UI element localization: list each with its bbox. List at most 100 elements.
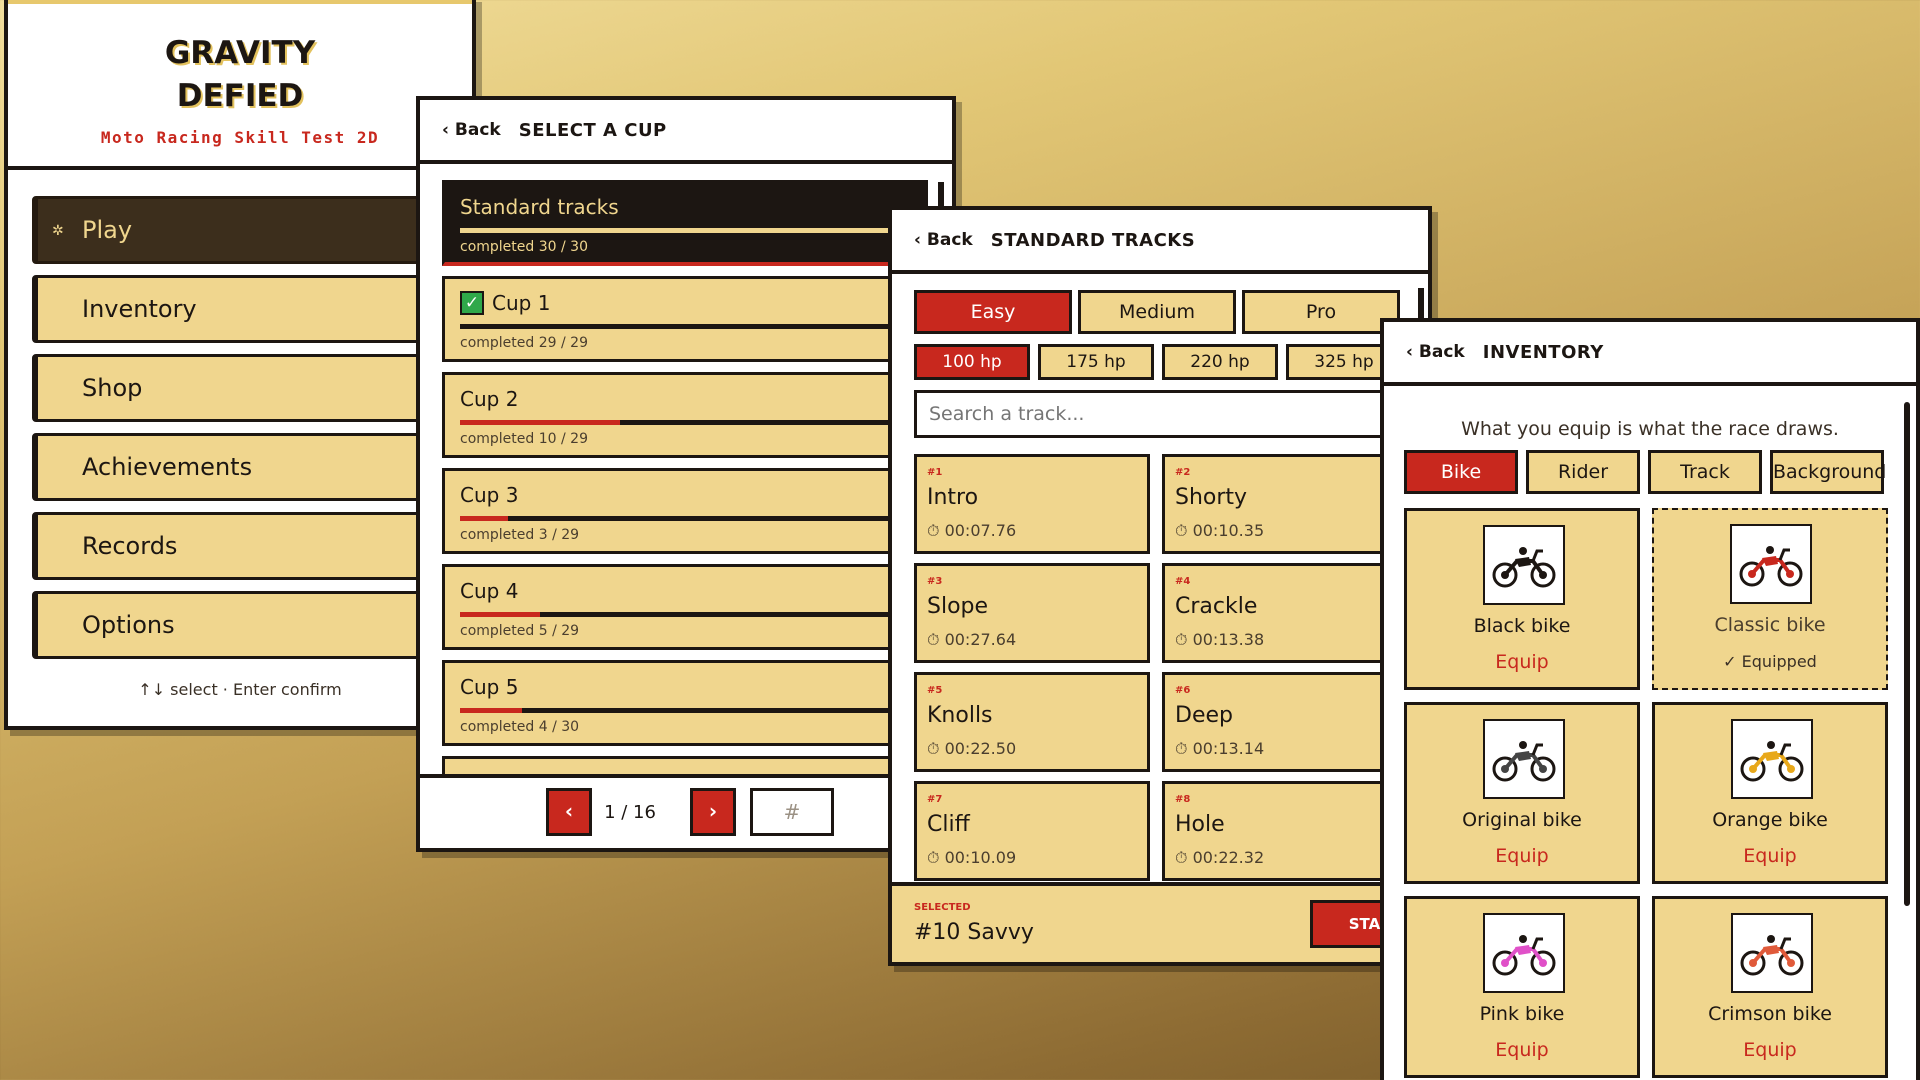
item-name: Original bike bbox=[1462, 809, 1582, 831]
track-search-input[interactable] bbox=[914, 390, 1414, 438]
inventory-item[interactable]: Orange bike Equip bbox=[1652, 702, 1888, 884]
cup-progress-fill bbox=[460, 420, 621, 425]
track-time: ⏱ 00:22.50 bbox=[927, 739, 1017, 758]
cup-progress-fill bbox=[460, 324, 925, 329]
track-time: ⏱ 00:13.14 bbox=[1175, 739, 1265, 758]
menu-item-inventory[interactable]: Inventory bbox=[32, 275, 462, 343]
equip-button[interactable]: Equip bbox=[1655, 845, 1885, 867]
standard-tracks-panel: ‹ Back STANDARD TRACKS Easy Medium Pro 1… bbox=[888, 206, 1432, 966]
power-175hp[interactable]: 175 hp bbox=[1038, 344, 1154, 380]
cup-card-2[interactable]: Cup 2 completed 10 / 29 bbox=[442, 372, 928, 458]
cup-card-3[interactable]: Cup 3 completed 3 / 29 bbox=[442, 468, 928, 554]
track-number: #2 bbox=[1175, 467, 1191, 478]
track-name: Shorty bbox=[1175, 485, 1248, 510]
power-220hp[interactable]: 220 hp bbox=[1162, 344, 1278, 380]
game-title-line-1: GRAVITY bbox=[164, 35, 316, 71]
menu-item-records[interactable]: Records bbox=[32, 512, 462, 580]
cup-name: Cup 5 bbox=[460, 675, 519, 699]
cup-progress-text: completed 5 / 29 bbox=[460, 623, 580, 639]
menu-item-label: Options bbox=[82, 611, 175, 639]
cup-progress-fill bbox=[460, 708, 522, 713]
cup-progress-bar bbox=[460, 420, 925, 425]
track-number: #1 bbox=[927, 467, 943, 478]
track-card[interactable]: #1 Intro ⏱ 00:07.76 bbox=[914, 454, 1150, 554]
menu-item-achievements[interactable]: Achievements bbox=[32, 433, 462, 501]
menu-item-options[interactable]: Options bbox=[32, 591, 462, 659]
equip-button[interactable]: Equip bbox=[1407, 651, 1637, 673]
tab-bike[interactable]: Bike bbox=[1404, 450, 1518, 494]
tab-rider[interactable]: Rider bbox=[1526, 450, 1640, 494]
cup-progress-bar bbox=[460, 708, 925, 713]
menu-item-play[interactable]: ✲ Play bbox=[32, 196, 462, 264]
menu-item-shop[interactable]: Shop bbox=[32, 354, 462, 422]
track-card[interactable]: #4 Crackle ⏱ 00:13.38 bbox=[1162, 563, 1398, 663]
cup-progress-fill bbox=[460, 516, 508, 521]
back-button[interactable]: ‹ Back bbox=[914, 230, 973, 250]
tab-pro[interactable]: Pro bbox=[1242, 290, 1400, 334]
cup-progress-fill bbox=[460, 228, 925, 233]
track-name: Knolls bbox=[927, 703, 993, 728]
inventory-item-equipped[interactable]: Classic bike ✓ Equipped bbox=[1652, 508, 1888, 690]
tab-easy[interactable]: Easy bbox=[914, 290, 1072, 334]
title-block: GRAVITY DEFIED Moto Racing Skill Test 2D bbox=[8, 0, 472, 170]
next-page-button[interactable]: › bbox=[690, 788, 736, 836]
track-card[interactable]: #5 Knolls ⏱ 00:22.50 bbox=[914, 672, 1150, 772]
inventory-header: ‹ Back INVENTORY bbox=[1384, 322, 1916, 386]
equip-button[interactable]: Equip bbox=[1407, 845, 1637, 867]
inventory-item[interactable]: Black bike Equip bbox=[1404, 508, 1640, 690]
cup-card-1[interactable]: ✓ Cup 1 completed 29 / 29 bbox=[442, 276, 928, 362]
inventory-item[interactable]: Crimson bike Equip bbox=[1652, 896, 1888, 1078]
tab-medium[interactable]: Medium bbox=[1078, 290, 1236, 334]
track-number: #4 bbox=[1175, 576, 1191, 587]
game-subtitle: Moto Racing Skill Test 2D bbox=[100, 128, 380, 147]
track-number: #6 bbox=[1175, 685, 1191, 696]
menu-item-label: Achievements bbox=[82, 453, 253, 481]
checkmark-icon: ✓ bbox=[460, 291, 484, 315]
track-time: ⏱ 00:10.09 bbox=[927, 848, 1017, 867]
cup-name: Cup 2 bbox=[460, 387, 519, 411]
cup-name: Cup 3 bbox=[460, 483, 519, 507]
track-card[interactable]: #3 Slope ⏱ 00:27.64 bbox=[914, 563, 1150, 663]
bike-thumbnail bbox=[1730, 524, 1812, 604]
track-card[interactable]: #6 Deep ⏱ 00:13.14 bbox=[1162, 672, 1398, 772]
cup-card-standard[interactable]: Standard tracks completed 30 / 30 bbox=[442, 180, 928, 266]
tracks-header: ‹ Back STANDARD TRACKS bbox=[892, 210, 1428, 274]
page-number-input[interactable]: # bbox=[750, 788, 834, 836]
back-button[interactable]: ‹ Back bbox=[1406, 342, 1465, 362]
bike-thumbnail bbox=[1731, 913, 1813, 993]
motorbike-icon bbox=[1492, 547, 1556, 588]
main-menu-panel: GRAVITY DEFIED Moto Racing Skill Test 2D… bbox=[4, 0, 476, 730]
cup-progress-bar bbox=[460, 228, 925, 233]
cup-card-5[interactable]: Cup 5 completed 4 / 30 bbox=[442, 660, 928, 746]
menu-item-label: Shop bbox=[82, 374, 143, 402]
track-time: ⏱ 00:13.38 bbox=[1175, 630, 1265, 649]
track-name: Cliff bbox=[927, 812, 970, 837]
inventory-item[interactable]: Original bike Equip bbox=[1404, 702, 1640, 884]
equip-button[interactable]: Equip bbox=[1655, 1039, 1885, 1061]
bike-thumbnail bbox=[1731, 719, 1813, 799]
track-card[interactable]: #2 Shorty ⏱ 00:10.35 bbox=[1162, 454, 1398, 554]
track-card[interactable]: #8 Hole ⏱ 00:22.32 bbox=[1162, 781, 1398, 881]
back-button[interactable]: ‹ Back bbox=[442, 120, 501, 140]
inventory-scroll-thumb[interactable] bbox=[1904, 402, 1910, 906]
item-name: Classic bike bbox=[1714, 614, 1826, 636]
play-star-icon: ✲ bbox=[52, 223, 64, 239]
cup-progress-fill bbox=[460, 612, 540, 617]
track-card[interactable]: #7 Cliff ⏱ 00:10.09 bbox=[914, 781, 1150, 881]
menu-item-label: Play bbox=[82, 216, 133, 244]
tab-background[interactable]: Background bbox=[1770, 450, 1886, 494]
tab-track[interactable]: Track bbox=[1648, 450, 1762, 494]
track-name: Deep bbox=[1175, 703, 1233, 728]
track-name: Crackle bbox=[1175, 594, 1258, 619]
cup-progress-bar bbox=[460, 324, 925, 329]
page-title: INVENTORY bbox=[1482, 341, 1604, 363]
equip-button[interactable]: Equip bbox=[1407, 1039, 1637, 1061]
page-title: SELECT A CUP bbox=[518, 119, 667, 141]
power-100hp[interactable]: 100 hp bbox=[914, 344, 1030, 380]
track-time: ⏱ 00:27.64 bbox=[927, 630, 1017, 649]
motorbike-icon bbox=[1492, 935, 1556, 976]
bike-thumbnail bbox=[1483, 719, 1565, 799]
inventory-item[interactable]: Pink bike Equip bbox=[1404, 896, 1640, 1078]
track-name: Intro bbox=[927, 485, 979, 510]
cup-card-4[interactable]: Cup 4 completed 5 / 29 bbox=[442, 564, 928, 650]
